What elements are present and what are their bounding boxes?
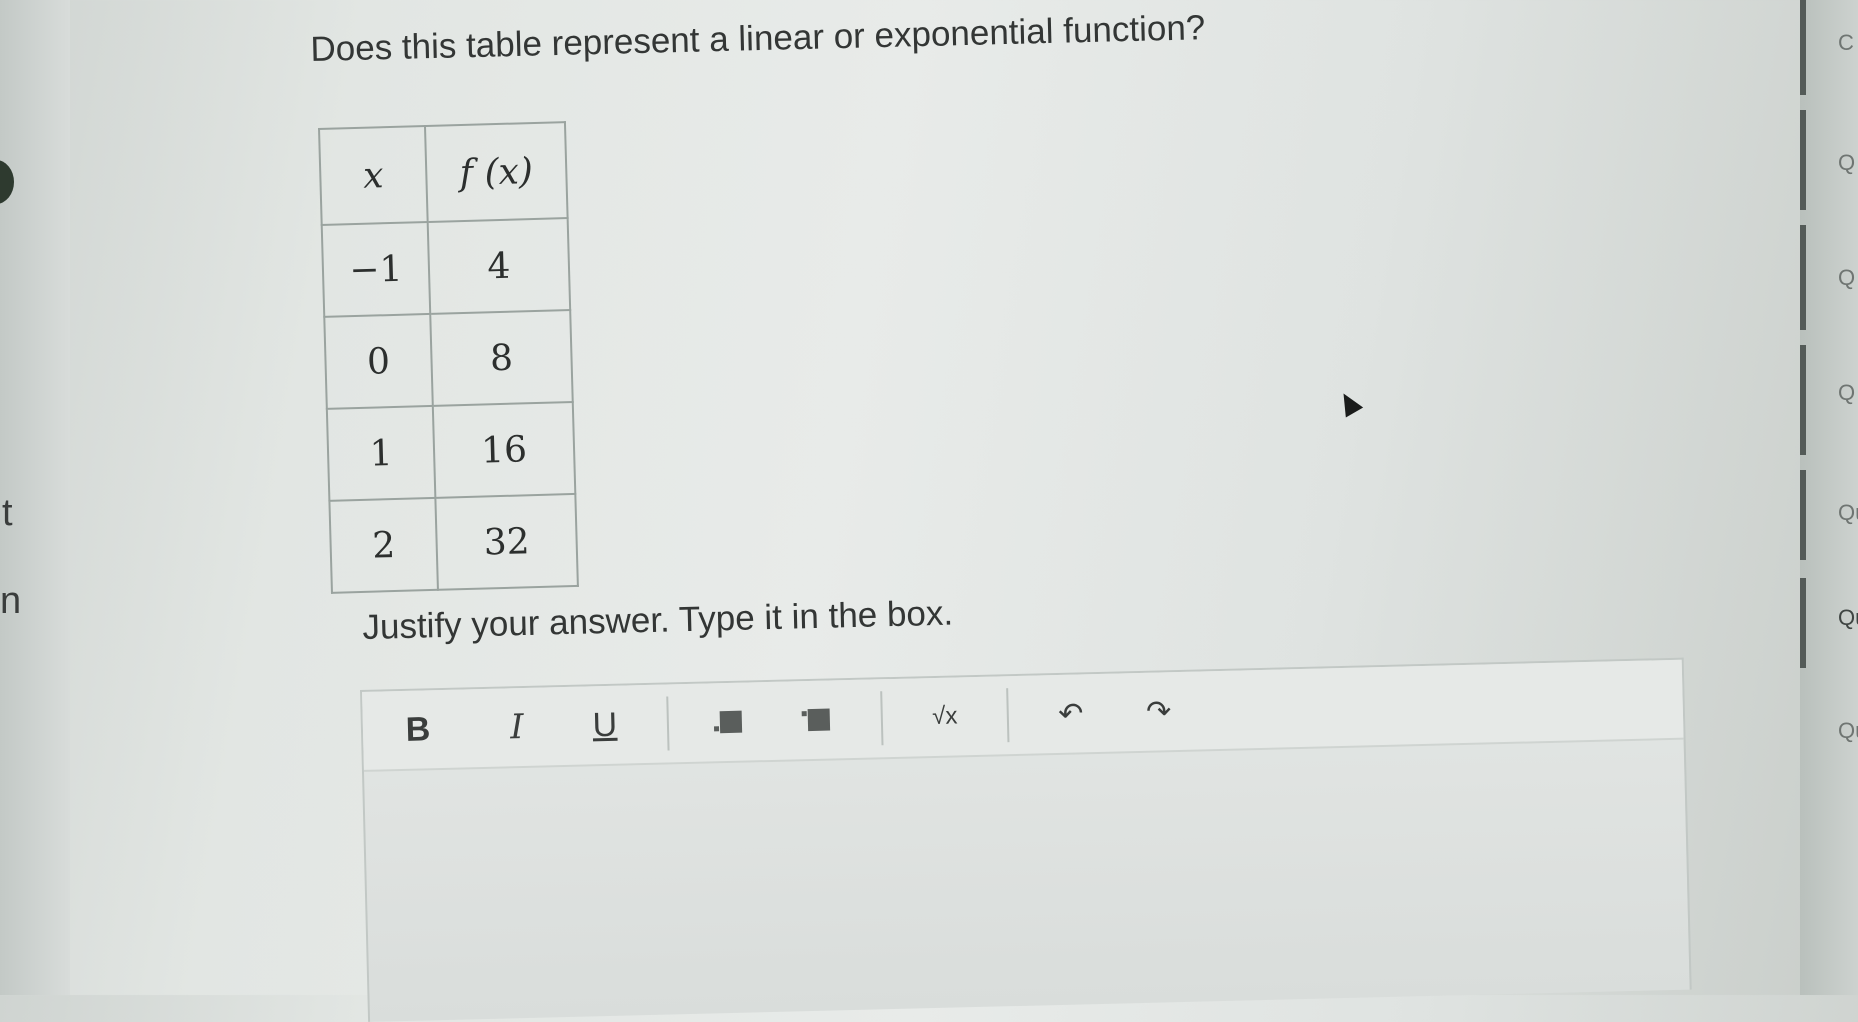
table-row: 2 32 bbox=[329, 493, 578, 593]
superscript-button[interactable] bbox=[774, 689, 863, 751]
nav-question-1[interactable]: C bbox=[1838, 30, 1854, 56]
cell-fx: 16 bbox=[432, 401, 576, 498]
toolbar-divider bbox=[1006, 688, 1010, 743]
progress-dot-icon bbox=[0, 160, 14, 204]
toolbar-divider bbox=[880, 691, 884, 746]
sidebar-fragment: n bbox=[0, 580, 22, 622]
table-header-row: x f (x) bbox=[319, 122, 568, 225]
answer-prompt: Justify your answer. Type it in the box. bbox=[362, 593, 954, 647]
nav-divider bbox=[1800, 110, 1806, 210]
nav-divider bbox=[1800, 470, 1806, 560]
nav-question-3[interactable]: Q bbox=[1838, 265, 1855, 291]
subscript-button[interactable] bbox=[686, 691, 775, 753]
superscript-icon bbox=[807, 708, 831, 732]
cell-x: 0 bbox=[324, 313, 433, 409]
bold-button[interactable]: B bbox=[362, 698, 473, 761]
answer-editor: B I U √x ↶ ↷ bbox=[360, 657, 1692, 1022]
cell-fx: 4 bbox=[427, 218, 571, 314]
underline-button[interactable]: U bbox=[560, 694, 649, 756]
cell-fx: 32 bbox=[435, 493, 578, 590]
table-row: −1 4 bbox=[321, 218, 571, 317]
nav-question-7[interactable]: Qu bbox=[1838, 718, 1858, 744]
nav-divider bbox=[1800, 345, 1806, 455]
cell-x: −1 bbox=[321, 221, 431, 317]
nav-question-5[interactable]: Qu bbox=[1838, 500, 1858, 526]
redo-button[interactable]: ↷ bbox=[1114, 680, 1203, 742]
nav-divider bbox=[1800, 0, 1806, 95]
cell-x: 1 bbox=[326, 405, 436, 501]
subscript-icon bbox=[719, 710, 743, 734]
square-root-button[interactable]: √x bbox=[900, 686, 989, 748]
nav-question-4[interactable]: Q bbox=[1838, 380, 1855, 406]
header-fx: f (x) bbox=[424, 122, 568, 222]
nav-divider bbox=[1800, 225, 1806, 330]
table-row: 0 8 bbox=[324, 310, 573, 409]
italic-button[interactable]: I bbox=[472, 696, 561, 758]
answer-input[interactable] bbox=[364, 740, 1690, 1022]
cell-x: 2 bbox=[329, 497, 438, 593]
header-x: x bbox=[319, 126, 428, 225]
sidebar-fragment: t bbox=[2, 492, 13, 534]
nav-question-2[interactable]: Q bbox=[1838, 150, 1855, 176]
nav-question-6[interactable]: Qu bbox=[1838, 605, 1858, 631]
nav-divider bbox=[1800, 578, 1806, 668]
cell-fx: 8 bbox=[430, 310, 573, 406]
toolbar-divider bbox=[666, 696, 670, 751]
function-table: x f (x) −1 4 0 8 1 16 2 32 bbox=[318, 121, 579, 594]
undo-button[interactable]: ↶ bbox=[1026, 683, 1115, 745]
mouse-cursor-icon bbox=[1334, 388, 1364, 418]
question-text: Does this table represent a linear or ex… bbox=[310, 8, 1206, 69]
table-row: 1 16 bbox=[326, 401, 576, 501]
